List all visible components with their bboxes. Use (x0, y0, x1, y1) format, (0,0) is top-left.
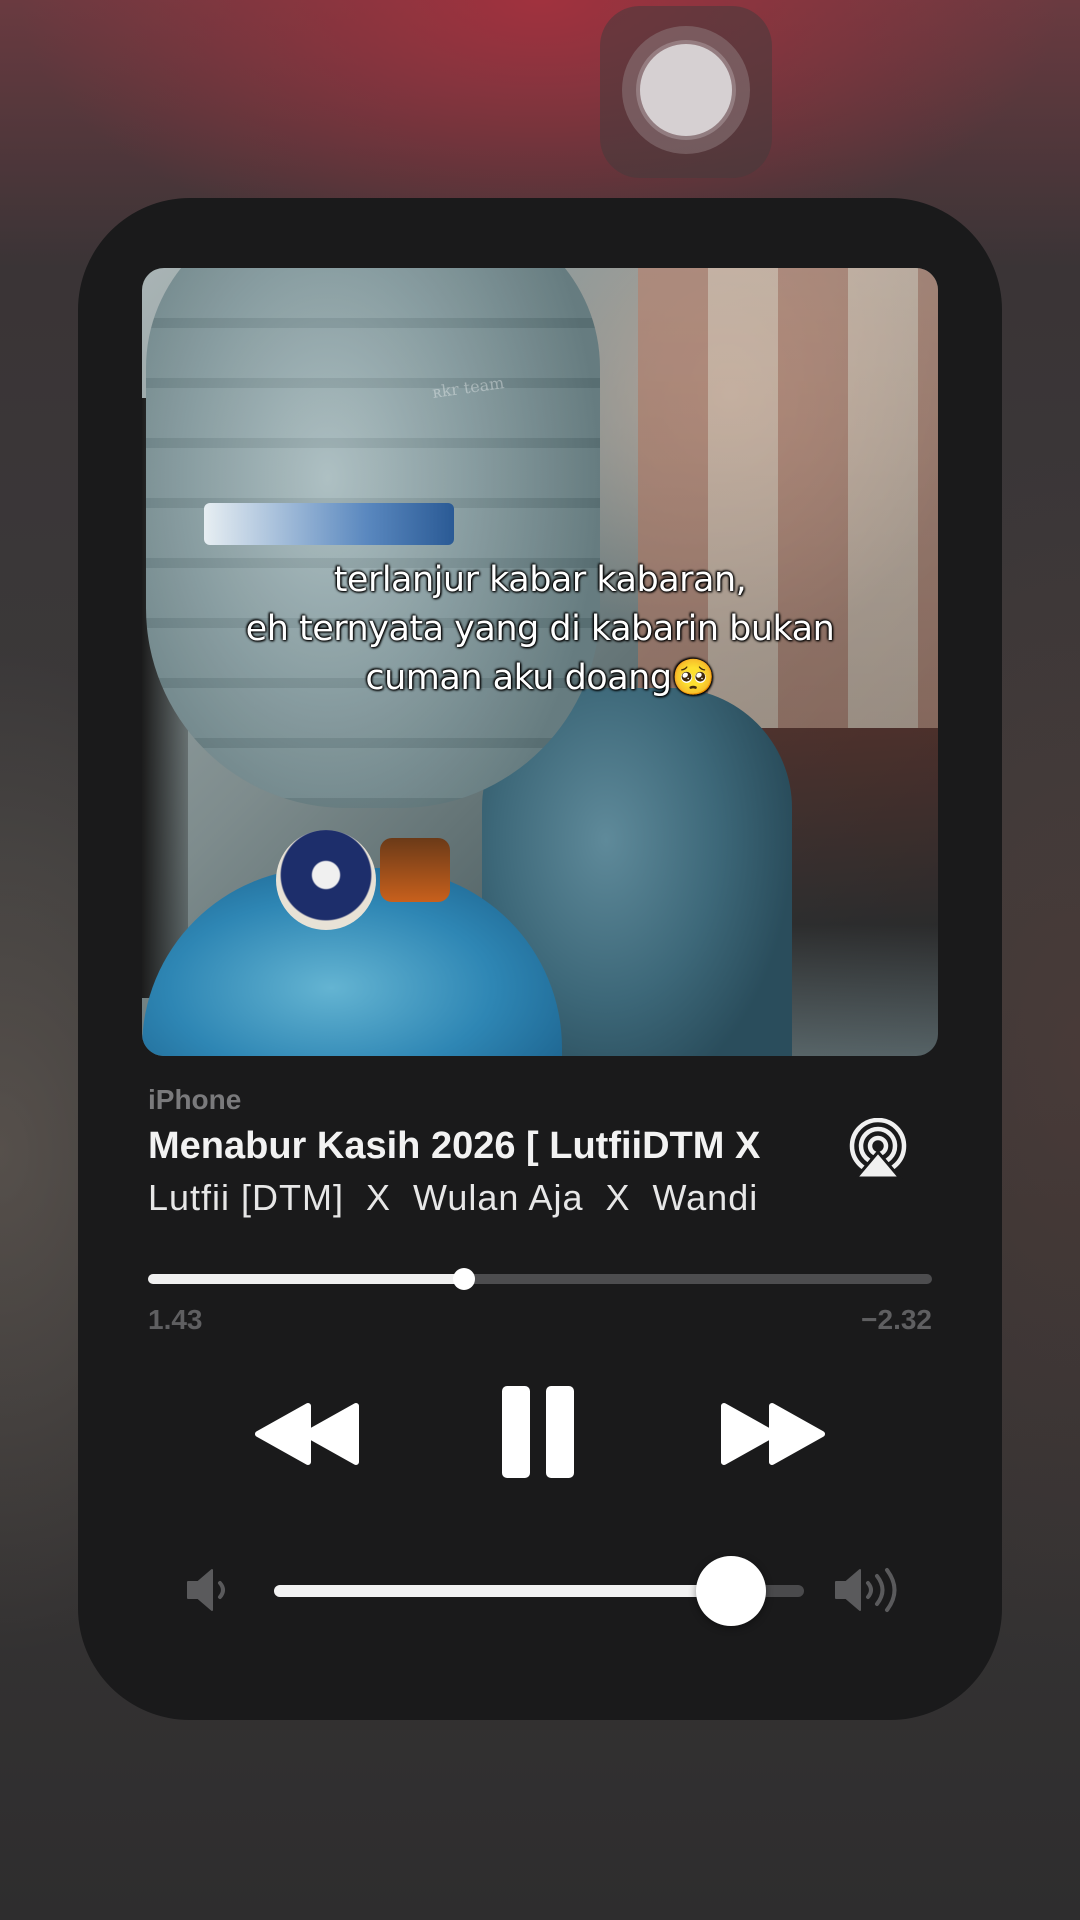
volume-thumb[interactable] (696, 1556, 767, 1626)
remaining-time: −2.32 (861, 1304, 932, 1335)
elapsed-time: 1.43 (148, 1304, 203, 1335)
progress-thumb[interactable] (452, 1268, 475, 1290)
playback-source: iPhone (148, 1084, 242, 1115)
album-artwork: ʀkr team terlanjur kabar kabaran, eh ter… (142, 268, 938, 1056)
artwork-gallon-label (204, 503, 454, 545)
artist-container: Lutfii [DTM] X Wulan Aja X Wandi (148, 1172, 828, 1224)
rewind-icon[interactable] (254, 1402, 362, 1466)
artwork-bottle-cap (276, 830, 376, 930)
toggle-ring (622, 26, 750, 154)
song-title: Menabur Kasih 2026 [ LutfiiDTM X (148, 1125, 761, 1167)
pause-icon[interactable] (500, 1384, 576, 1480)
artist-name: Lutfii [DTM] X Wulan Aja X Wandi (148, 1177, 759, 1218)
speaker-low-icon (187, 1569, 225, 1611)
airplay-icon[interactable] (846, 1118, 910, 1182)
volume-fill (274, 1585, 732, 1597)
artwork-caption: terlanjur kabar kabaran, eh ternyata yan… (245, 560, 835, 698)
artwork-orange-cap (380, 838, 450, 902)
song-title-container: Menabur Kasih 2026 [ LutfiiDTM X (148, 1120, 828, 1172)
toggle-knob-icon (640, 44, 732, 136)
progress-slider[interactable] (148, 1268, 932, 1290)
top-control-tile[interactable] (600, 6, 772, 178)
volume-slider[interactable] (274, 1556, 804, 1626)
speaker-high-icon (835, 1568, 897, 1612)
now-playing-card: ʀkr team terlanjur kabar kabaran, eh ter… (78, 198, 1002, 1720)
progress-fill (148, 1274, 464, 1284)
fast-forward-icon[interactable] (718, 1402, 826, 1466)
